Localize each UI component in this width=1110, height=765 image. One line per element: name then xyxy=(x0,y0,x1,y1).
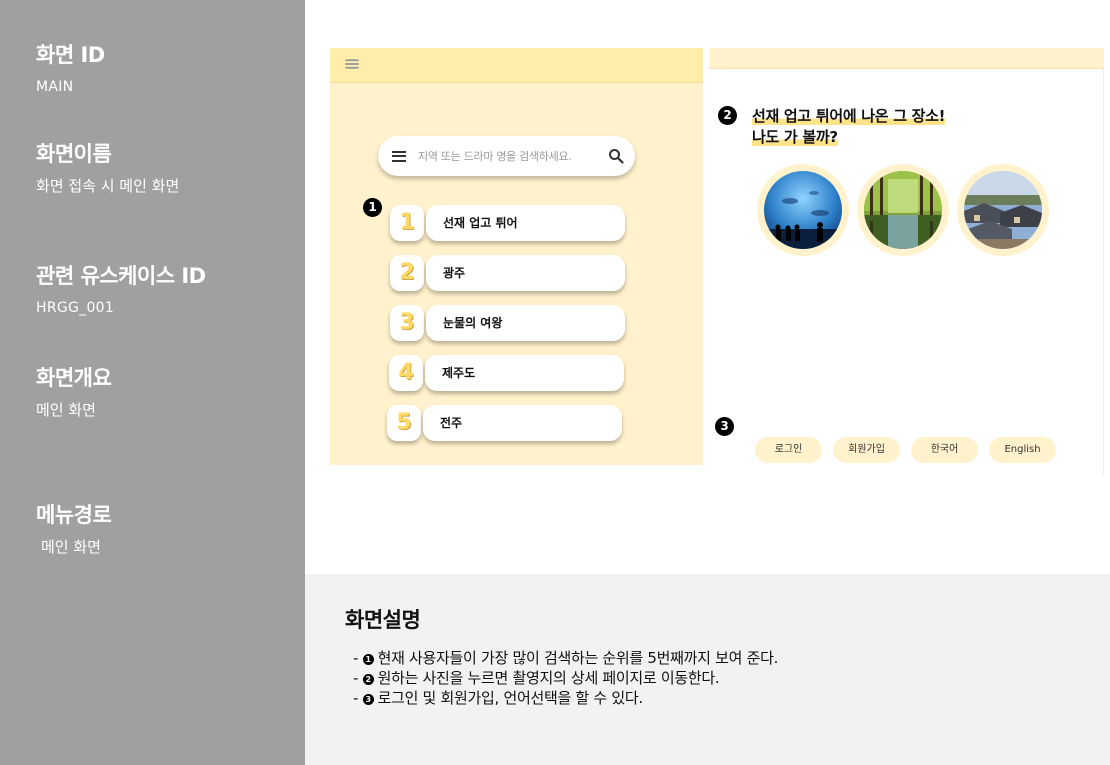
location-photo-aquarium[interactable] xyxy=(757,164,849,256)
description-list: - 1 현재 사용자들이 가장 많이 검색하는 순위를 5번째까지 보여 준다. … xyxy=(353,648,778,708)
app-top-bar xyxy=(330,48,703,83)
rank-label: 눈물의 여왕 xyxy=(426,305,625,341)
promo-line-1: 선재 업고 튀어에 나온 그 장소! xyxy=(752,107,946,125)
rank-number: 2 xyxy=(390,255,424,291)
description-marker: 2 xyxy=(362,674,374,685)
rank-label: 광주 xyxy=(426,255,625,291)
rank-number: 5 xyxy=(387,405,421,441)
annotation-marker-3: 3 xyxy=(715,417,734,436)
screen-name-heading: 화면이름 xyxy=(36,142,112,166)
usecase-id-block: 관련 유스케이스 ID HRGG_001 xyxy=(36,262,206,319)
screen-id-value: MAIN xyxy=(36,79,74,95)
spec-sidebar: 화면 ID MAIN 화면이름 화면 접속 시 메인 화면 관련 유스케이스 I… xyxy=(0,0,305,765)
trees-image xyxy=(864,171,942,249)
language-korean-button[interactable]: 한국어 xyxy=(911,437,978,463)
hamburger-icon[interactable] xyxy=(345,59,359,69)
login-button[interactable]: 로그인 xyxy=(755,437,822,463)
screen-id-heading: 화면 ID xyxy=(36,43,105,67)
ranking-item-1[interactable]: 1 선재 업고 튀어 xyxy=(390,205,626,241)
overview-value: 메인 화면 xyxy=(36,401,96,419)
overview-block: 화면개요 메인 화면 xyxy=(36,364,112,421)
ranking-item-5[interactable]: 5 전주 xyxy=(387,405,623,441)
usecase-id-value: HRGG_001 xyxy=(36,300,115,316)
menu-path-value: 메인 화면 xyxy=(41,538,101,556)
description-item-2: - 2 원하는 사진을 누르면 촬영지의 상세 페이지로 이동한다. xyxy=(353,669,720,687)
description-text: 원하는 사진을 누르면 촬영지의 상세 페이지로 이동한다. xyxy=(377,669,720,687)
ranking-item-2[interactable]: 2 광주 xyxy=(390,255,626,291)
ranking-item-4[interactable]: 4 제주도 xyxy=(389,355,625,391)
rank-number: 3 xyxy=(390,305,424,341)
signup-button[interactable]: 회원가입 xyxy=(833,437,900,463)
rank-label: 제주도 xyxy=(425,355,624,391)
description-item-3: - 3 로그인 및 회원가입, 언어선택을 할 수 있다. xyxy=(353,689,644,707)
annotation-marker-2: 2 xyxy=(718,106,737,125)
menu-path-block: 메뉴경로 메인 화면 xyxy=(36,501,112,558)
location-photo-village[interactable] xyxy=(957,164,1049,256)
aquarium-image xyxy=(764,171,842,249)
hamburger-icon[interactable] xyxy=(392,151,406,162)
description-text: 현재 사용자들이 가장 많이 검색하는 순위를 5번째까지 보여 준다. xyxy=(377,649,779,667)
search-icon[interactable] xyxy=(608,148,624,164)
screen-name-block: 화면이름 화면 접속 시 메인 화면 xyxy=(36,140,179,197)
promo-screen-mockup: 2 선재 업고 튀어에 나온 그 장소! 나도 가 볼까? 3 로그인 회원가입… xyxy=(709,48,1104,475)
language-english-button[interactable]: English xyxy=(989,437,1056,463)
menu-path-heading: 메뉴경로 xyxy=(36,503,112,527)
location-photo-trees[interactable] xyxy=(857,164,949,256)
screen-description-panel: 화면설명 - 1 현재 사용자들이 가장 많이 검색하는 순위를 5번째까지 보여… xyxy=(305,574,1110,765)
promo-heading: 선재 업고 튀어에 나온 그 장소! 나도 가 볼까? xyxy=(752,106,945,148)
village-image xyxy=(964,171,1042,249)
description-title: 화면설명 xyxy=(345,608,421,632)
rank-label: 선재 업고 튀어 xyxy=(426,205,625,241)
search-input[interactable]: 지역 또는 드라마 명을 검색하세요. xyxy=(418,148,572,164)
app-top-bar xyxy=(709,48,1104,69)
description-text: 로그인 및 회원가입, 언어선택을 할 수 있다. xyxy=(377,689,644,707)
screen-id-block: 화면 ID MAIN xyxy=(36,41,105,98)
promo-line-2: 나도 가 볼까? xyxy=(752,128,838,146)
annotation-marker-1: 1 xyxy=(363,198,382,217)
rank-number: 4 xyxy=(389,355,423,391)
description-marker: 3 xyxy=(362,694,374,705)
description-marker: 1 xyxy=(362,654,374,665)
overview-heading: 화면개요 xyxy=(36,366,112,390)
main-screen-mockup: 지역 또는 드라마 명을 검색하세요. 1 1 선재 업고 튀어 2 광주 3 … xyxy=(330,48,703,465)
ranking-item-3[interactable]: 3 눈물의 여왕 xyxy=(390,305,626,341)
rank-number: 1 xyxy=(390,205,424,241)
search-bar[interactable]: 지역 또는 드라마 명을 검색하세요. xyxy=(378,136,635,176)
rank-label: 전주 xyxy=(423,405,622,441)
usecase-id-heading: 관련 유스케이스 ID xyxy=(36,264,206,288)
description-item-1: - 1 현재 사용자들이 가장 많이 검색하는 순위를 5번째까지 보여 준다. xyxy=(353,649,779,667)
screen-name-value: 화면 접속 시 메인 화면 xyxy=(36,177,180,195)
